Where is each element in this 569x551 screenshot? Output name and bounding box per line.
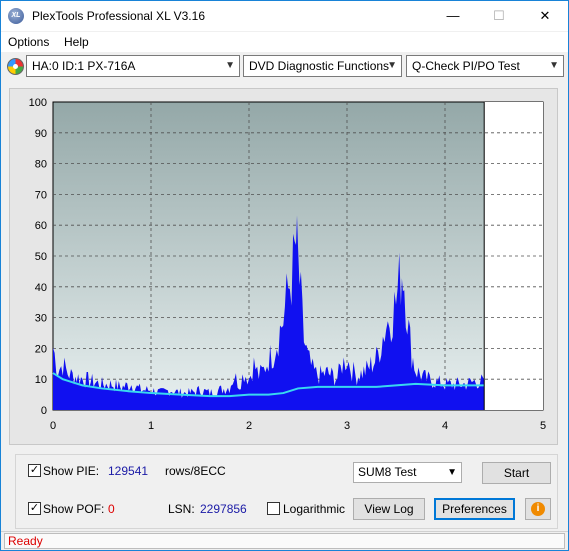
y-tick-label: 100 — [29, 97, 47, 109]
y-tick-label: 0 — [41, 405, 47, 417]
start-button[interactable]: Start — [482, 462, 551, 484]
x-tick-label: 5 — [540, 420, 546, 432]
y-tick-label: 90 — [35, 128, 47, 140]
info-button[interactable]: i — [525, 498, 551, 520]
menu-help[interactable]: Help — [64, 35, 89, 49]
minimize-button[interactable]: — — [430, 1, 476, 31]
function-select[interactable]: DVD Diagnostic Functions ▼ — [243, 55, 402, 77]
x-tick-label: 4 — [442, 420, 448, 432]
chevron-down-icon: ▼ — [447, 467, 457, 478]
y-tick-label: 70 — [35, 189, 47, 201]
app-window: XL PlexTools Professional XL V3.16 — ☐ ✕… — [0, 0, 569, 551]
show-pie-label: Show PIE: — [43, 464, 100, 478]
chevron-down-icon: ▼ — [225, 60, 235, 71]
chevron-down-icon: ▼ — [387, 60, 397, 71]
info-icon: i — [531, 502, 545, 516]
show-pof-checkbox[interactable]: ✓ — [28, 502, 41, 515]
menu-bar: Options Help — [1, 32, 568, 52]
lsn-label: LSN: — [168, 502, 195, 516]
lsn-value: 2297856 — [200, 502, 247, 516]
chart-panel: 100 90 80 70 60 50 40 30 20 10 0 0 1 2 3 4 5 — [9, 88, 558, 445]
maximize-button[interactable]: ☐ — [476, 1, 522, 31]
close-button[interactable]: ✕ — [522, 1, 568, 31]
disc-drive-icon — [7, 58, 24, 75]
y-tick-label: 20 — [35, 343, 47, 355]
title-bar[interactable]: XL PlexTools Professional XL V3.16 — ☐ ✕ — [1, 1, 568, 31]
x-tick-label: 1 — [148, 420, 154, 432]
status-text: Ready — [4, 533, 565, 549]
app-logo-icon: XL — [8, 8, 24, 24]
logarithmic-label: Logarithmic — [283, 502, 346, 516]
show-pie-checkbox[interactable]: ✓ — [28, 464, 41, 477]
y-tick-label: 80 — [35, 159, 47, 171]
x-tick-label: 3 — [344, 420, 350, 432]
drive-select-value: HA:0 ID:1 PX-716A — [32, 59, 136, 73]
sum-test-select-value: SUM8 Test — [358, 465, 417, 479]
y-tick-label: 40 — [35, 282, 47, 294]
y-tick-label: 10 — [35, 374, 47, 386]
sum-test-select[interactable]: SUM8 Test ▼ — [353, 462, 462, 483]
y-tick-label: 60 — [35, 220, 47, 232]
controls-panel: ✓ Show PIE: 129541 rows/8ECC SUM8 Test ▼… — [1, 451, 568, 531]
chevron-down-icon: ▼ — [549, 60, 559, 71]
menu-options[interactable]: Options — [8, 35, 49, 49]
drive-select[interactable]: HA:0 ID:1 PX-716A ▼ — [26, 55, 240, 77]
y-tick-label: 30 — [35, 313, 47, 325]
window-title: PlexTools Professional XL V3.16 — [32, 9, 205, 23]
status-bar: Ready — [1, 531, 568, 550]
pof-value: 0 — [108, 502, 115, 516]
toolbar: HA:0 ID:1 PX-716A ▼ DVD Diagnostic Funct… — [1, 53, 568, 81]
show-pof-label: Show POF: — [43, 502, 105, 516]
pie-unit: rows/8ECC — [165, 464, 226, 478]
view-log-button[interactable]: View Log — [353, 498, 425, 520]
preferences-button[interactable]: Preferences — [434, 498, 515, 520]
test-select-value: Q-Check PI/PO Test — [412, 59, 520, 73]
x-tick-label: 0 — [50, 420, 56, 432]
test-select[interactable]: Q-Check PI/PO Test ▼ — [406, 55, 564, 77]
pie-value: 129541 — [108, 464, 149, 478]
x-tick-label: 2 — [246, 420, 252, 432]
logarithmic-checkbox[interactable] — [267, 502, 280, 515]
y-tick-label: 50 — [35, 251, 47, 263]
function-select-value: DVD Diagnostic Functions — [249, 59, 390, 73]
pie-po-chart: 10090807060504030201000 1 2 3 4 5 — [29, 97, 546, 432]
